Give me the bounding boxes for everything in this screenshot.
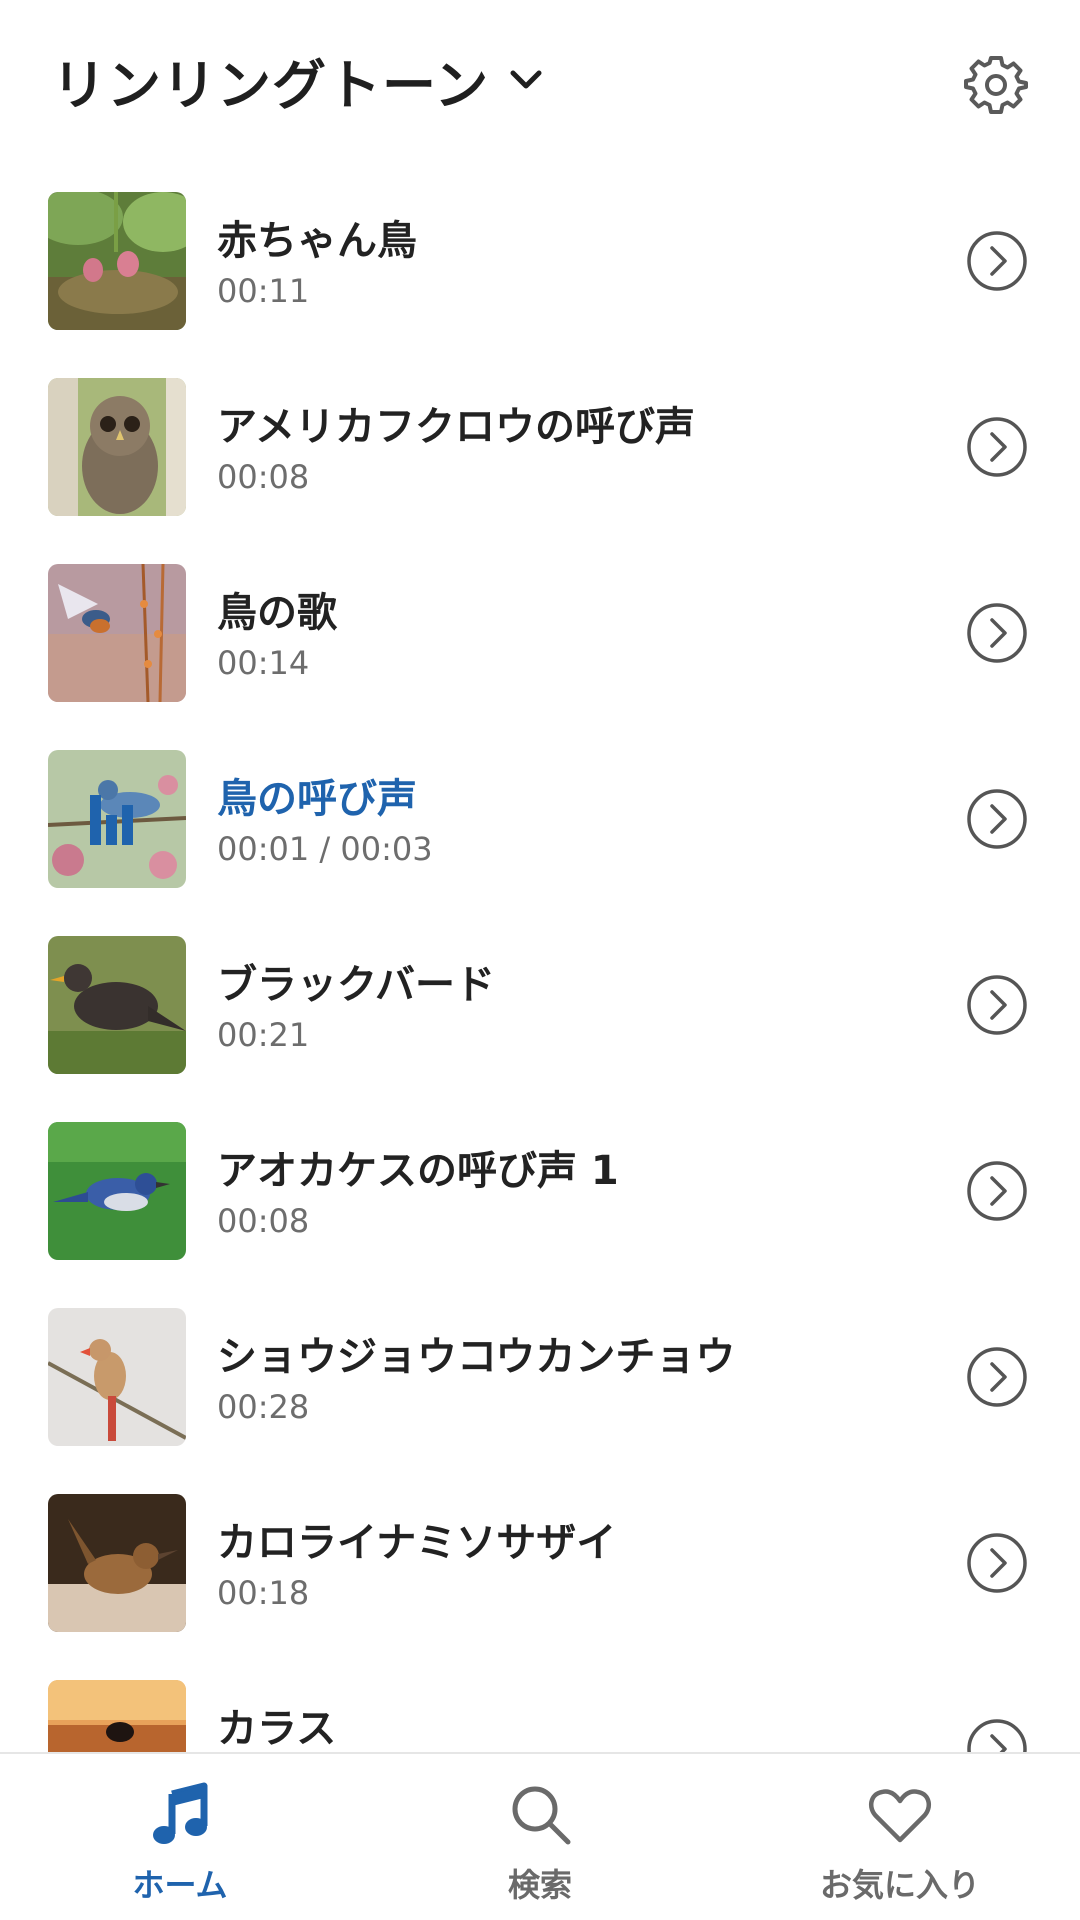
ringtone-title: ブラックバード [217,962,495,1008]
chevron-right-circle-icon[interactable] [966,1160,1028,1222]
ringtone-duration: 00:21 [217,1016,310,1054]
chevron-right-circle-icon[interactable] [966,416,1028,478]
chevron-right-circle-icon[interactable] [966,1532,1028,1594]
thumbnail-owl [48,378,186,516]
list-item[interactable]: カラス [0,1674,1080,1752]
ringtone-title: アメリカフクロウの呼び声 [217,404,695,450]
ringtone-progress: 00:01 / 00:03 [217,830,433,868]
ringtone-title: 赤ちゃん鳥 [217,218,417,264]
chevron-right-circle-icon[interactable] [966,602,1028,664]
thumbnail-blue-jay [48,1122,186,1260]
ringtone-title: ショウジョウコウカンチョウ [217,1334,736,1380]
list-item[interactable]: ショウジョウコウカンチョウ 00:28 [0,1302,1080,1488]
ringtone-duration: 00:08 [217,1202,310,1240]
list-item[interactable]: 赤ちゃん鳥 00:11 [0,186,1080,372]
thumbnail-blue-bird [48,750,186,888]
thumbnail-crow [48,1680,186,1752]
ringtone-duration: 00:08 [217,458,310,496]
chevron-down-icon [503,57,549,103]
heart-icon [868,1789,932,1843]
chevron-right-circle-icon[interactable] [966,974,1028,1036]
ringtone-app: リンリングトーン 赤ちゃん鳥 00:11 アメリカフクロウの呼び声 00:08 … [0,0,1080,1920]
ringtone-title: カロライナミソサザイ [217,1520,617,1566]
ringtone-title: 鳥の呼び声 [217,776,417,822]
nav-search-label: 検索 [507,1866,572,1904]
ringtone-title: カラス [217,1706,337,1752]
thumbnail-wren [48,1494,186,1632]
list-item-playing[interactable]: 鳥の呼び声 00:01 / 00:03 [0,744,1080,930]
nav-favorites[interactable]: お気に入り [720,1754,1080,1920]
list-item[interactable]: 鳥の歌 00:14 [0,558,1080,744]
thumbnail-hummingbird [48,564,186,702]
list-item[interactable]: アオカケスの呼び声 1 00:08 [0,1116,1080,1302]
nav-search[interactable]: 検索 [360,1754,720,1920]
list-item[interactable]: ブラックバード 00:21 [0,930,1080,1116]
thumbnail-cardinal [48,1308,186,1446]
category-selector[interactable]: リンリングトーン [52,40,549,120]
list-item[interactable]: アメリカフクロウの呼び声 00:08 [0,372,1080,558]
search-icon [512,1786,571,1845]
ringtone-duration: 00:18 [217,1574,310,1612]
nav-home-label: ホーム [132,1866,228,1904]
chevron-right-circle-icon[interactable] [966,230,1028,292]
chevron-right-circle-icon[interactable] [966,1346,1028,1408]
thumbnail-blackbird [48,936,186,1074]
list-item[interactable]: カロライナミソサザイ 00:18 [0,1488,1080,1674]
ringtone-title: アオカケスの呼び声 1 [217,1148,619,1194]
thumbnail-baby-birds [48,192,186,330]
gear-icon[interactable] [964,52,1028,116]
ringtone-duration: 00:11 [217,272,310,310]
nav-favorites-label: お気に入り [819,1866,980,1904]
chevron-right-circle-icon[interactable] [966,1718,1028,1752]
page-title: リンリングトーン [52,53,490,117]
music-note-icon [153,1782,208,1844]
ringtone-list[interactable]: 赤ちゃん鳥 00:11 アメリカフクロウの呼び声 00:08 鳥の歌 00:14… [0,186,1080,1752]
ringtone-duration: 00:28 [217,1388,310,1426]
ringtone-title: 鳥の歌 [217,590,337,636]
bottom-navigation: ホーム 検索 お気に入り [0,1752,1080,1920]
chevron-right-circle-icon[interactable] [966,788,1028,850]
app-header: リンリングトーン [0,0,1080,170]
nav-home[interactable]: ホーム [0,1754,360,1920]
ringtone-duration: 00:14 [217,644,310,682]
